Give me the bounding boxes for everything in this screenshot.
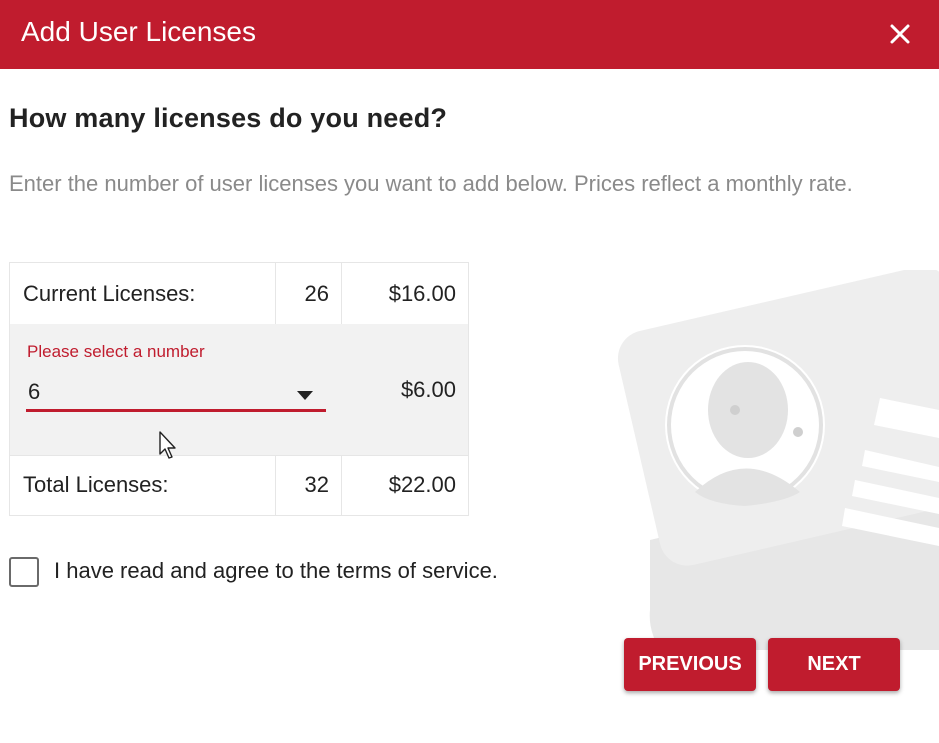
description-text: Enter the number of user licenses you wa…: [9, 171, 853, 196]
total-licenses-label: Total Licenses:: [10, 455, 276, 515]
select-value: 6: [28, 379, 41, 404]
add-licenses-row: Please select a number 6 $6.00: [10, 324, 468, 456]
license-table: Current Licenses: 26 $16.00 Please selec…: [9, 262, 469, 516]
current-licenses-price: $16.00: [388, 280, 456, 306]
current-licenses-row: Current Licenses: 26 $16.00: [10, 263, 468, 325]
total-licenses-row: Total Licenses: 32 $22.00: [10, 455, 468, 515]
mouse-cursor-icon: [159, 431, 176, 459]
terms-checkbox[interactable]: [9, 557, 39, 587]
select-underline: [26, 409, 326, 412]
total-licenses-price: $22.00: [388, 472, 456, 497]
dialog-titlebar: Add User Licenses: [0, 0, 939, 69]
dialog-title: Add User Licenses: [21, 16, 257, 47]
total-licenses-count: 32: [276, 455, 342, 515]
current-licenses-count: 26: [276, 263, 342, 324]
next-button[interactable]: NEXT: [768, 638, 900, 691]
close-icon[interactable]: [884, 18, 916, 50]
current-licenses-label: Current Licenses:: [10, 263, 276, 324]
terms-label[interactable]: I have read and agree to the terms of se…: [54, 558, 498, 584]
select-label: Please select a number: [27, 342, 205, 361]
previous-button[interactable]: PREVIOUS: [624, 638, 756, 691]
dropdown-arrow-icon[interactable]: [297, 391, 313, 400]
page-heading: How many licenses do you need?: [9, 103, 448, 133]
id-card-illustration: [617, 270, 939, 650]
add-licenses-price: $6.00: [400, 376, 456, 402]
